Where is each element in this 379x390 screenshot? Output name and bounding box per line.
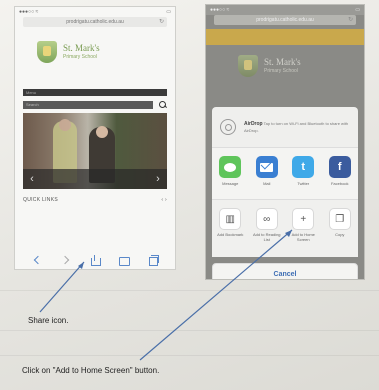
- airdrop-description: AirDrop Tap to turn on Wi-Fi and Bluetoo…: [244, 121, 350, 133]
- school-subtitle: Primary School: [264, 67, 298, 74]
- right-phone-screenshot: ●●●○○ ≈ ▭ prodrigatu.catholic.edu.au ↻ S…: [205, 4, 365, 280]
- bookmark-icon: ▥: [219, 208, 242, 230]
- school-subtitle: Primary School: [63, 53, 97, 60]
- add-to-reading-list-button[interactable]: ∞ Add to Reading List: [252, 208, 282, 243]
- copy-icon: ❐: [328, 208, 351, 230]
- share-sheet: AirDrop Tap to turn on Wi-Fi and Bluetoo…: [212, 107, 358, 279]
- battery-icon: ▭: [166, 9, 171, 15]
- back-icon[interactable]: [32, 255, 42, 265]
- search-row: Search: [23, 101, 167, 109]
- status-bar: ●●●○○ ≈ ▭: [15, 7, 175, 17]
- share-icon[interactable]: [90, 255, 101, 266]
- share-actions-row: ▥ Add Bookmark ∞ Add to Reading List + A…: [212, 199, 358, 257]
- action-label: Add to Home Screen: [291, 232, 315, 242]
- paper-line: [0, 330, 379, 331]
- address-bar[interactable]: prodrigatu.catholic.edu.au ↻: [214, 15, 356, 25]
- photo-caption-strip: [23, 169, 167, 189]
- share-app-label: Mail: [263, 181, 271, 186]
- photo-next-icon[interactable]: ›: [153, 173, 163, 185]
- share-apps-row: Message Mail t Twitter f Facebook: [212, 147, 358, 199]
- share-app-label: Message: [222, 181, 239, 186]
- search-input[interactable]: Search: [23, 101, 153, 109]
- add-bookmark-button[interactable]: ▥ Add Bookmark: [215, 208, 245, 238]
- share-app-label: Twitter: [297, 181, 310, 186]
- airdrop-row[interactable]: AirDrop Tap to turn on Wi-Fi and Bluetoo…: [212, 107, 358, 147]
- share-app-facebook[interactable]: f Facebook: [325, 156, 355, 186]
- twitter-icon: t: [292, 156, 315, 178]
- airdrop-title: AirDrop: [244, 120, 263, 127]
- copy-button[interactable]: ❐ Copy: [325, 208, 355, 238]
- quick-links-label: QUICK LINKS: [23, 197, 58, 203]
- school-crest-icon: [238, 55, 258, 77]
- school-logo: St. Mark's Primary School: [238, 55, 364, 77]
- signal-indicator: ●●●○○ ≈: [210, 7, 230, 13]
- signal-indicator: ●●●○○ ≈: [19, 9, 39, 15]
- paper-line: [0, 355, 379, 356]
- school-crest-icon: [37, 41, 57, 63]
- hero-photo: ‹ ›: [23, 113, 167, 189]
- share-app-twitter[interactable]: t Twitter: [288, 156, 318, 186]
- share-icon-caption: Share icon.: [28, 316, 69, 325]
- home-screen-caption: Click on "Add to Home Screen" button.: [22, 366, 160, 375]
- share-app-label: Facebook: [330, 181, 349, 186]
- forward-icon[interactable]: [61, 255, 71, 265]
- mail-icon: [255, 156, 278, 178]
- photo-prev-icon[interactable]: ‹: [27, 173, 37, 185]
- battery-icon: ▭: [355, 7, 360, 13]
- airdrop-icon: [220, 119, 236, 135]
- school-name: St. Mark's: [264, 57, 301, 68]
- reading-list-icon: ∞: [255, 208, 278, 230]
- share-app-message[interactable]: Message: [215, 156, 245, 186]
- bookmarks-icon[interactable]: [118, 255, 130, 266]
- menu-bar[interactable]: Menu: [23, 89, 167, 96]
- tabs-icon[interactable]: [148, 255, 159, 266]
- paper-line: [0, 290, 379, 291]
- cancel-button[interactable]: Cancel: [212, 263, 358, 279]
- school-logo[interactable]: St. Mark's Primary School: [37, 41, 175, 63]
- address-bar-url: prodrigatu.catholic.edu.au: [256, 17, 314, 23]
- address-bar[interactable]: prodrigatu.catholic.edu.au ↻: [23, 17, 167, 27]
- add-to-home-screen-button[interactable]: + Add to Home Screen: [288, 208, 318, 243]
- address-bar-url: prodrigatu.catholic.edu.au: [66, 19, 124, 25]
- facebook-icon: f: [328, 156, 351, 178]
- share-app-mail[interactable]: Mail: [252, 156, 282, 186]
- add-home-screen-icon: +: [292, 208, 315, 230]
- school-name: St. Mark's: [63, 43, 100, 54]
- quick-links-pager[interactable]: ‹ ›: [161, 197, 167, 203]
- site-header-band: [206, 29, 364, 45]
- browser-toolbar: [15, 255, 175, 266]
- messages-icon: [219, 156, 242, 178]
- action-label: Add to Reading List: [252, 232, 281, 242]
- reload-icon[interactable]: ↻: [159, 18, 164, 25]
- reload-icon[interactable]: ↻: [348, 16, 353, 23]
- status-bar: ●●●○○ ≈ ▭: [206, 5, 364, 15]
- action-label: Add Bookmark: [217, 232, 244, 237]
- left-phone-screenshot: ●●●○○ ≈ ▭ prodrigatu.catholic.edu.au ↻ S…: [14, 6, 176, 270]
- quick-links-header: QUICK LINKS ‹ ›: [23, 197, 167, 203]
- search-icon[interactable]: [159, 101, 167, 109]
- action-label: Copy: [335, 232, 345, 237]
